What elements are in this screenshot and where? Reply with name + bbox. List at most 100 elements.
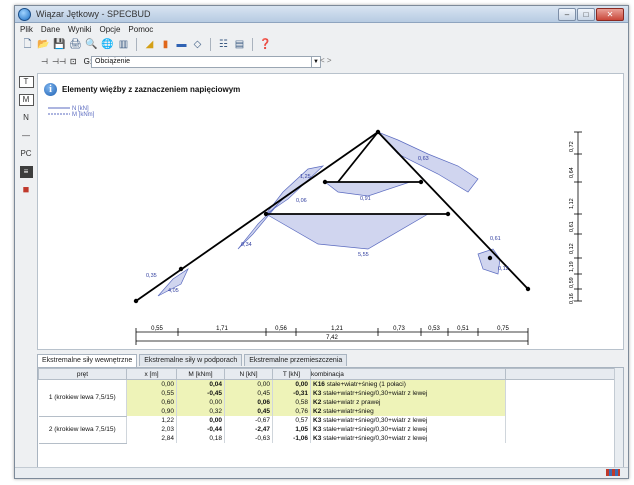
preview-icon[interactable]: 🔍 bbox=[85, 38, 98, 51]
menu-item-help[interactable]: Pomoc bbox=[128, 25, 153, 34]
tab-internal-forces[interactable]: Ekstremalne siły wewnętrzne bbox=[37, 354, 138, 367]
table-row[interactable]: 1 (krokiew lewa 7,5/15) 0,00 0,04 0,00 0… bbox=[38, 379, 623, 417]
frame-button[interactable]: ⊡ bbox=[70, 57, 77, 66]
help-icon[interactable]: ❓ bbox=[259, 38, 272, 51]
toolbar-separator bbox=[252, 38, 253, 51]
member-cell: 2 (krokiew lewa 7,5/15) bbox=[38, 416, 127, 444]
chart-icon[interactable]: ▥ bbox=[117, 38, 130, 51]
dimension-label: 0,55 bbox=[151, 326, 163, 332]
combination-icon[interactable]: PC bbox=[20, 148, 33, 160]
value-label: 0,61 bbox=[490, 236, 501, 242]
column-header[interactable]: M [kNm] bbox=[176, 368, 225, 380]
m-cell: 0,18 bbox=[176, 434, 225, 443]
moment-icon[interactable]: M bbox=[18, 94, 34, 106]
combination-note: stałe+wiatr+śnieg/0,30+wiatr z lewej bbox=[323, 390, 428, 397]
member-cell: 1 (krokiew lewa 7,5/15) bbox=[38, 379, 127, 417]
value-label: 0,12 bbox=[498, 266, 509, 272]
toolbar-separator bbox=[136, 38, 137, 51]
new-icon[interactable]: 🗋 bbox=[21, 38, 34, 51]
n-cell: -0,67 bbox=[224, 416, 273, 425]
value-label: 0,34 bbox=[241, 242, 252, 248]
value-label: 5,55 bbox=[358, 252, 369, 258]
window-title: Wiązar Jętkowy - SPECBUD bbox=[36, 9, 151, 19]
dimension-total: 7,42 bbox=[326, 335, 338, 341]
menu-item-options[interactable]: Opcje bbox=[100, 25, 121, 34]
step-all-button[interactable]: ⊣⊣ bbox=[52, 57, 66, 66]
t-cell: -0,31 bbox=[272, 389, 311, 398]
combination-cell: K16 stałe+wiatr+śnieg (1 połaci) bbox=[310, 379, 506, 389]
table-scrollbar[interactable] bbox=[614, 368, 623, 468]
t-cell: 0,76 bbox=[272, 407, 311, 416]
combination-code: K3 bbox=[313, 435, 322, 442]
color-icon[interactable]: ■ bbox=[20, 184, 33, 196]
column-header[interactable]: N [kN] bbox=[224, 368, 273, 380]
print-icon[interactable]: 🖨 bbox=[69, 38, 82, 51]
menu-item-data[interactable]: Dane bbox=[41, 25, 60, 34]
combination-code: K16 bbox=[313, 381, 325, 388]
table-row[interactable]: 2 (krokiew lewa 7,5/15) 1,22 0,00 -0,67 … bbox=[38, 416, 623, 444]
close-button[interactable]: ✕ bbox=[596, 8, 624, 21]
value-label: 0,35 bbox=[146, 273, 157, 279]
table-row[interactable]: 2,84 0,18 -0,63 -1,06 K3 stałe+wiatr+śni… bbox=[39, 434, 623, 443]
t-cell: -1,06 bbox=[272, 434, 311, 443]
table-row[interactable]: 0,60 0,00 0,06 0,58 K2 stałe+wiatr z pra… bbox=[39, 398, 623, 407]
load-case-select[interactable]: Obciążenie ▼ bbox=[91, 56, 321, 68]
vertical-dim-label: 0,12 bbox=[569, 243, 575, 254]
bars-icon[interactable]: ▮ bbox=[159, 38, 172, 51]
triangle-icon[interactable]: ◢ bbox=[143, 38, 156, 51]
m-cell: 0,00 bbox=[176, 398, 225, 407]
tab-support-forces[interactable]: Ekstremalne siły w podporach bbox=[139, 354, 243, 366]
globe-icon[interactable]: 🌐 bbox=[101, 38, 114, 51]
vertical-dim-label: 0,16 bbox=[569, 293, 575, 304]
n-cell: -2,47 bbox=[224, 425, 273, 434]
empty-cell bbox=[505, 416, 623, 425]
column-header[interactable]: T [kN] bbox=[272, 368, 311, 380]
x-cell: 2,84 bbox=[126, 434, 177, 443]
line-icon[interactable]: — bbox=[20, 130, 33, 142]
axial-icon[interactable]: N bbox=[20, 112, 33, 124]
beam-icon[interactable]: ▬ bbox=[175, 38, 188, 51]
grid-icon[interactable]: ☷ bbox=[217, 38, 230, 51]
load-case-value: Obciążenie bbox=[95, 58, 131, 65]
table-row[interactable]: 2,03 -0,44 -2,47 1,05 K3 stałe+wiatr+śni… bbox=[39, 425, 623, 434]
m-cell: -0,45 bbox=[176, 389, 225, 398]
column-header[interactable]: pręt bbox=[38, 368, 127, 380]
vertical-dim-label: 0,64 bbox=[569, 167, 575, 178]
table-row[interactable]: 0,90 0,32 0,45 0,76 K2 stałe+wiatr+śnieg bbox=[39, 407, 623, 416]
empty-cell bbox=[505, 434, 623, 443]
minimize-button[interactable]: – bbox=[558, 8, 576, 21]
diagram-canvas[interactable]: i Elementy więźby z zaznaczeniem napięci… bbox=[37, 73, 624, 350]
column-header[interactable]: x [m] bbox=[126, 368, 177, 380]
n-cell: 0,45 bbox=[224, 407, 273, 416]
menu-item-file[interactable]: Plik bbox=[20, 25, 33, 34]
t-cell: 0,58 bbox=[272, 398, 311, 407]
empty-cell bbox=[505, 379, 623, 389]
save-icon[interactable]: 💾 bbox=[53, 38, 66, 51]
collar-beam-diagram bbox=[264, 213, 430, 250]
diamond-icon[interactable]: ◇ bbox=[191, 38, 204, 51]
table-icon[interactable]: ▤ bbox=[233, 38, 246, 51]
left-toolbar: T M N — PC ≡ ■ bbox=[18, 76, 34, 196]
chevron-down-icon[interactable]: ▼ bbox=[311, 57, 320, 67]
load-case-nav[interactable]: < > bbox=[320, 56, 332, 65]
x-cell: 0,60 bbox=[126, 398, 177, 407]
step-back-button[interactable]: ⊣ bbox=[41, 57, 48, 66]
vertical-dim-label: 1,12 bbox=[569, 198, 575, 209]
combination-note: stałe+wiatr+śnieg/0,30+wiatr z lewej bbox=[323, 426, 428, 433]
open-icon[interactable]: 📂 bbox=[37, 38, 50, 51]
dimension-label: 1,71 bbox=[216, 326, 228, 332]
shear-icon[interactable]: T bbox=[18, 76, 34, 88]
upper-collar-diagram bbox=[323, 181, 411, 197]
layers-icon[interactable]: ≡ bbox=[19, 166, 33, 178]
combination-code: K3 bbox=[313, 426, 322, 433]
node bbox=[322, 179, 328, 185]
combination-code: K3 bbox=[313, 417, 322, 424]
menu-item-results[interactable]: Wyniki bbox=[68, 25, 91, 34]
combination-cell: K3 stałe+wiatr+śnieg/0,30+wiatr z lewej bbox=[310, 434, 506, 443]
table-row[interactable]: 0,55 -0,45 0,45 -0,31 K3 stałe+wiatr+śni… bbox=[39, 389, 623, 398]
maximize-button[interactable]: □ bbox=[577, 8, 595, 21]
vertical-dim-labels: 0,16 0,59 1,19 0,12 0,61 1,12 0,64 0,72 bbox=[569, 141, 575, 304]
tab-displacements[interactable]: Ekstremalne przemieszczenia bbox=[244, 354, 348, 366]
combination-note: stałe+wiatr z prawej bbox=[323, 399, 381, 406]
column-header[interactable]: kombinacja bbox=[310, 368, 506, 380]
